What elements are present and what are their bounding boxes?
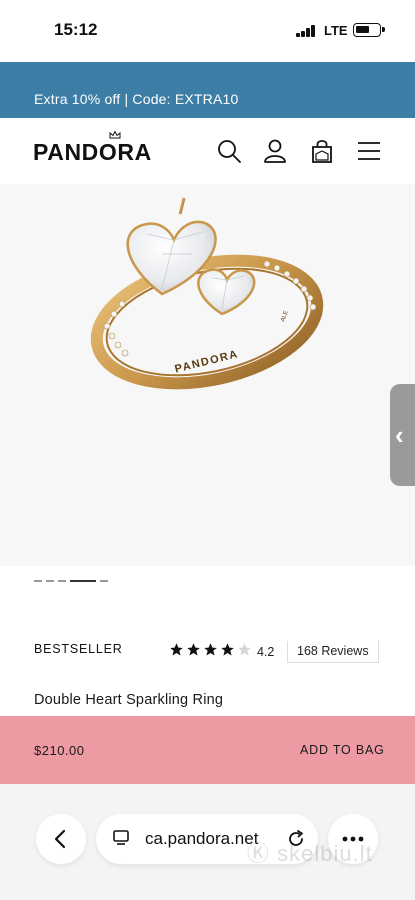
pandora-logo[interactable]: PANDORA [33,139,152,166]
search-icon[interactable] [216,138,242,164]
chevron-left-icon: ‹ [395,420,404,450]
ring-image: PANDORA ALE [90,197,324,390]
side-panel-tab[interactable]: ‹ [390,384,415,486]
gallery-pagination [34,580,154,582]
watermark: Ⓚ skelbiu.lt [247,841,373,866]
product-image-gallery[interactable]: PANDORA ALE ‹ [0,184,415,566]
pagination-dot[interactable] [100,580,108,582]
battery-icon [353,23,385,37]
promo-text: Extra 10% off | Code: EXTRA10 [34,91,239,107]
product-price: $210.00 [34,743,85,758]
ring-inner-mark: ALE [280,310,290,323]
pagination-dot[interactable] [46,580,54,582]
signal-icon [296,25,316,37]
pagination-dot[interactable] [34,580,42,582]
star-filled-icon [221,643,234,656]
pagination-dot-active[interactable] [70,580,96,582]
menu-icon[interactable] [356,138,382,164]
add-to-bag-button[interactable]: ADD TO BAG [300,743,385,757]
browser-toolbar: ca.pandora.net Ⓚ skelbiu.lt [0,784,415,900]
star-filled-icon [204,643,217,656]
page-menu-icon[interactable] [112,829,130,847]
star-rating[interactable] [169,642,253,658]
back-button[interactable] [36,814,86,864]
star-empty-icon [238,643,251,656]
promo-banner[interactable]: Extra 10% off | Code: EXTRA10 [0,62,415,118]
star-filled-icon [187,643,200,656]
bag-icon[interactable] [309,138,335,164]
crown-icon [109,131,121,139]
url-text: ca.pandora.net [145,829,259,848]
reviews-link[interactable]: 168 Reviews [287,641,379,663]
pagination-dot[interactable] [58,580,66,582]
status-time: 15:12 [54,20,98,39]
bestseller-badge: BESTSELLER [34,642,123,656]
chevron-left-icon [54,829,66,849]
rating-value: 4.2 [257,645,275,659]
account-icon[interactable] [262,138,288,164]
sticky-purchase-bar: $210.00 ADD TO BAG [0,716,415,784]
product-title: Double Heart Sparkling Ring [34,692,224,708]
status-bar: 15:12 LTE [0,0,415,62]
star-filled-icon [170,643,183,656]
site-header: PANDORA [0,118,415,184]
network-label: LTE [324,23,348,38]
